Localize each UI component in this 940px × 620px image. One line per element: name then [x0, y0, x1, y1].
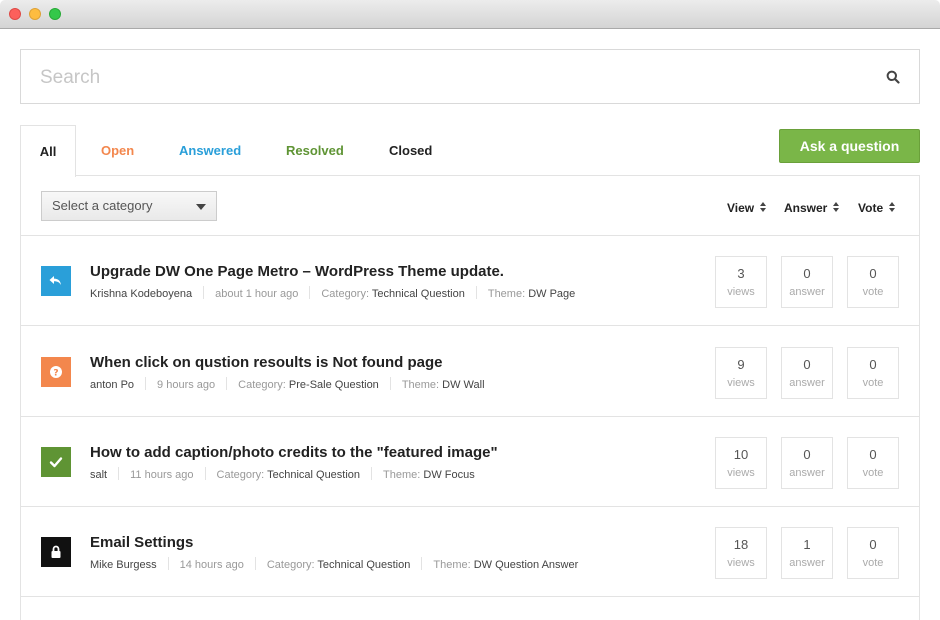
theme-label: Theme: — [383, 469, 421, 481]
question-title-link[interactable]: When click on qustion resoults is Not fo… — [90, 354, 443, 371]
category-label: Category: — [216, 469, 265, 481]
views-count: 18 views — [715, 527, 767, 579]
question-time: 9 hours ago — [157, 379, 216, 391]
question-time: 14 hours ago — [179, 559, 244, 571]
votes-count: 0 vote — [847, 256, 899, 308]
tab-answered[interactable]: Answered — [179, 125, 241, 176]
question-meta: Krishna Kodeboyena about 1 hour ago Catego… — [90, 286, 575, 300]
category-label: Category: — [266, 559, 315, 571]
answers-count: 0 answer — [781, 256, 833, 308]
question-category[interactable]: Technical Question — [372, 288, 465, 300]
question-category[interactable]: Technical Question — [317, 559, 410, 571]
question-author[interactable]: anton Po — [90, 379, 134, 391]
theme-label: Theme: — [433, 559, 471, 571]
sort-by-view[interactable]: View — [727, 201, 767, 215]
question-meta: anton Po 9 hours ago Category: Pre-Sale Qu… — [90, 377, 485, 391]
question-list-panel: Select a category View Answer Vote Upgra… — [20, 175, 920, 620]
views-count: 3 views — [715, 256, 767, 308]
close-window-icon[interactable] — [9, 8, 21, 20]
status-tabs: All Open Answered Resolved Closed — [20, 125, 760, 177]
svg-text:?: ? — [53, 369, 58, 379]
question-author[interactable]: Krishna Kodeboyena — [90, 288, 192, 300]
question-author[interactable]: Mike Burgess — [90, 559, 157, 571]
question-author[interactable]: salt — [90, 469, 107, 481]
sort-arrows-icon — [889, 202, 896, 213]
category-select-label: Select a category — [52, 198, 153, 213]
question-title-link[interactable]: Upgrade DW One Page Metro – WordPress Th… — [90, 263, 504, 280]
category-select[interactable]: Select a category — [41, 191, 217, 221]
checkmark-icon — [41, 447, 71, 477]
question-category[interactable]: Pre-Sale Question — [289, 379, 379, 391]
category-label: Category: — [238, 379, 286, 391]
sort-arrows-icon — [833, 202, 840, 213]
question-title-link[interactable]: Email Settings — [90, 534, 193, 551]
sort-arrows-icon — [760, 202, 767, 213]
tab-open[interactable]: Open — [101, 125, 134, 176]
answers-count: 0 answer — [781, 437, 833, 489]
votes-count: 0 vote — [847, 437, 899, 489]
lock-icon — [41, 537, 71, 567]
question-theme[interactable]: DW Page — [528, 288, 575, 300]
theme-label: Theme: — [401, 379, 440, 391]
question-title-link[interactable]: How to add caption/photo credits to the … — [90, 444, 498, 461]
tab-resolved[interactable]: Resolved — [286, 125, 344, 176]
search-input[interactable]: Search — [20, 49, 920, 104]
sort-answer-label: Answer — [784, 201, 828, 215]
views-count: 10 views — [715, 437, 767, 489]
question-time: about 1 hour ago — [215, 288, 299, 300]
question-time: 11 hours ago — [130, 469, 194, 481]
sort-by-vote[interactable]: Vote — [858, 201, 896, 215]
category-label: Category: — [321, 288, 370, 300]
question-meta: Mike Burgess 14 hours ago Category: Techni… — [90, 557, 578, 571]
reply-icon — [41, 266, 71, 296]
sort-vote-label: Vote — [858, 201, 884, 215]
minimize-window-icon[interactable] — [29, 8, 41, 20]
window-titlebar — [0, 0, 940, 29]
question-meta: salt 11 hours ago Category: Technical Ques… — [90, 467, 475, 481]
theme-label: Theme: — [487, 288, 526, 300]
views-count: 9 views — [715, 347, 767, 399]
chevron-down-icon — [196, 204, 206, 210]
question-category[interactable]: Technical Question — [267, 469, 360, 481]
question-row: ? When click on qustion resoults is Not … — [21, 327, 919, 417]
sort-view-label: View — [727, 201, 755, 215]
question-theme[interactable]: DW Focus — [423, 469, 474, 481]
question-row: How to add caption/photo credits to the … — [21, 417, 919, 507]
tab-closed[interactable]: Closed — [389, 125, 432, 176]
ask-question-button[interactable]: Ask a question — [779, 129, 920, 163]
sort-by-answer[interactable]: Answer — [784, 201, 840, 215]
votes-count: 0 vote — [847, 527, 899, 579]
filter-bar: Select a category View Answer Vote — [21, 176, 919, 236]
question-row: Email Settings Mike Burgess 14 hours ago C… — [21, 507, 919, 597]
question-icon: ? — [41, 357, 71, 387]
question-row: Upgrade DW One Page Metro – WordPress Th… — [21, 236, 919, 326]
question-theme[interactable]: DW Wall — [442, 379, 484, 391]
search-placeholder: Search — [40, 67, 101, 88]
answers-count: 1 answer — [781, 527, 833, 579]
answers-count: 0 answer — [781, 347, 833, 399]
votes-count: 0 vote — [847, 347, 899, 399]
question-theme[interactable]: DW Question Answer — [474, 559, 579, 571]
zoom-window-icon[interactable] — [49, 8, 61, 20]
search-icon[interactable] — [886, 70, 900, 84]
tab-all[interactable]: All — [20, 125, 76, 177]
